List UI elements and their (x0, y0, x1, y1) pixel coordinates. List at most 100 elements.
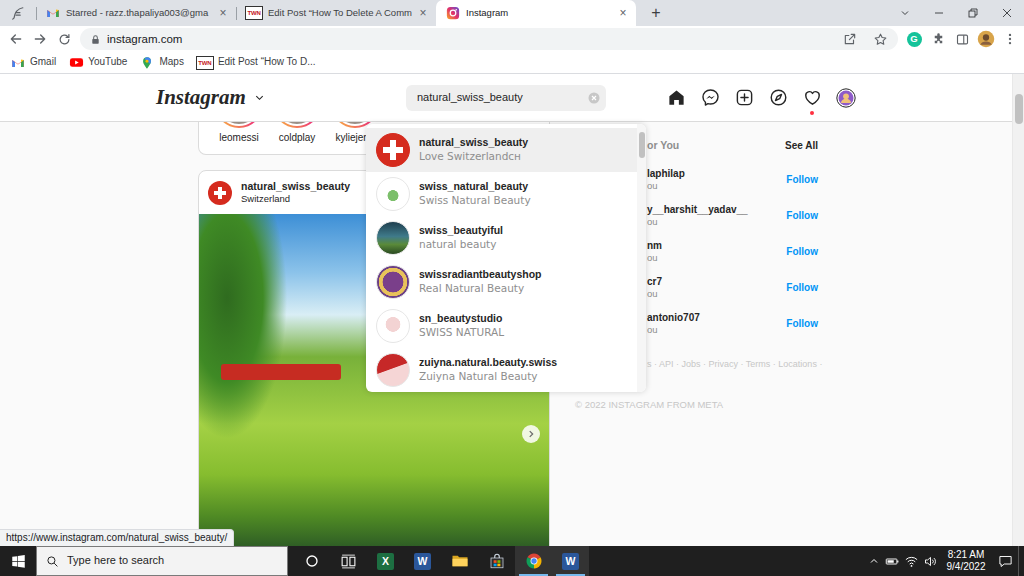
result-text[interactable]: swissradiantbeautyshopReal Natural Beaut… (419, 268, 542, 295)
result-username[interactable]: swiss_beautyiful (419, 224, 503, 238)
word-icon[interactable]: W (562, 553, 579, 570)
post-username[interactable]: natural_swiss_beauty (241, 180, 350, 193)
suggestion-username[interactable]: antonio707 (647, 312, 700, 325)
story-avatar[interactable] (215, 122, 263, 128)
restore-icon[interactable] (956, 0, 990, 26)
explore-compass-icon[interactable] (768, 88, 788, 108)
result-fullname[interactable]: natural beauty (419, 238, 503, 252)
taskbar-app[interactable]: X (367, 546, 404, 576)
bookmark[interactable]: YouTube (62, 55, 133, 71)
reload-icon[interactable] (52, 27, 76, 51)
bookmark-label[interactable]: YouTube (88, 56, 127, 69)
profile-avatar-icon[interactable] (836, 88, 856, 108)
extensions-puzzle-icon[interactable] (926, 27, 950, 51)
volume-icon[interactable] (921, 546, 940, 576)
search-result[interactable]: sn_beautystudioSWISS NATURAL (366, 304, 637, 348)
result-text[interactable]: swiss_natural_beautySwiss Natural Beauty (419, 180, 531, 207)
search-result[interactable]: swiss_natural_beautySwiss Natural Beauty (366, 172, 637, 216)
result-fullname[interactable]: Love Switzerlandᴄʜ (419, 150, 528, 164)
new-post-plus-icon[interactable] (734, 88, 754, 108)
back-arrow-icon[interactable] (4, 27, 28, 51)
taskbar-app[interactable] (293, 546, 330, 576)
excel-icon[interactable]: X (377, 553, 394, 570)
result-avatar[interactable] (376, 265, 410, 299)
menu-kebab-icon[interactable] (998, 27, 1022, 51)
taskbar-app[interactable] (330, 546, 367, 576)
tab-title[interactable]: Edit Post “How To Delete A Comm (268, 7, 411, 19)
suggestion-username[interactable]: cr7 (647, 276, 662, 289)
home-icon[interactable] (666, 88, 686, 108)
close-tab-button[interactable]: × (416, 6, 430, 20)
bookmark-label[interactable]: Edit Post “How To D... (218, 56, 316, 69)
result-avatar[interactable] (376, 353, 410, 387)
show-desktop-button[interactable] (1018, 546, 1024, 576)
result-text[interactable]: swiss_beautyifulnatural beauty (419, 224, 503, 251)
follow-button[interactable]: Follow (786, 246, 818, 259)
close-window-icon[interactable] (990, 0, 1024, 26)
search-result[interactable]: zuiyna.natural.beauty.swissZuiyna Natura… (366, 348, 637, 392)
page-scrollbar[interactable] (1012, 74, 1024, 546)
result-fullname[interactable]: Swiss Natural Beauty (419, 194, 531, 208)
bookmark-label[interactable]: Maps (159, 56, 183, 69)
result-avatar[interactable] (376, 133, 410, 167)
action-center-icon[interactable] (992, 546, 1018, 576)
explorer-icon[interactable] (451, 552, 469, 570)
search-result[interactable]: swiss_beautyifulnatural beauty (366, 216, 637, 260)
search-result[interactable]: swissradiantbeautyshopReal Natural Beaut… (366, 260, 637, 304)
follow-button[interactable]: Follow (786, 318, 818, 331)
clock-date[interactable]: 9/4/2022 (940, 561, 992, 573)
story-photo[interactable] (275, 122, 319, 126)
story[interactable]: coldplay (269, 122, 325, 154)
taskbar-search-placeholder[interactable]: Type here to search (67, 554, 164, 568)
taskbar-app[interactable] (515, 546, 552, 576)
result-avatar[interactable] (376, 221, 410, 255)
result-text[interactable]: sn_beautystudioSWISS NATURAL (419, 312, 504, 339)
windows-start-icon[interactable] (0, 546, 36, 576)
chevron-down-icon[interactable] (254, 92, 265, 103)
result-username[interactable]: swiss_natural_beauty (419, 180, 531, 194)
activity-heart-icon[interactable] (802, 88, 822, 108)
post-location[interactable]: Switzerland (241, 193, 350, 205)
instagram-logo[interactable]: Instagram (156, 86, 406, 109)
page-scroll-thumb[interactable] (1015, 94, 1023, 124)
dropdown-scroll-thumb[interactable] (639, 132, 645, 158)
close-tab-button[interactable]: × (616, 6, 630, 20)
see-all-link[interactable]: See All (785, 140, 818, 153)
bookmark[interactable]: TWNEdit Post “How To D... (190, 56, 322, 70)
result-text[interactable]: natural_swiss_beautyLove Switzerlandᴄʜ (419, 136, 528, 163)
side-panel-icon[interactable] (950, 27, 974, 51)
result-avatar[interactable] (376, 309, 410, 343)
taskbar-app[interactable] (478, 546, 515, 576)
browser-tab[interactable]: TWNEdit Post “How To Delete A Comm× (236, 0, 436, 26)
result-avatar[interactable] (376, 177, 410, 211)
result-fullname[interactable]: Real Natural Beauty (419, 282, 542, 296)
result-username[interactable]: natural_swiss_beauty (419, 136, 528, 150)
suggestion-username[interactable]: y__harshit__yadav__ (647, 204, 748, 217)
browser-tab[interactable]: Starred - razz.thapaliya003@gma× (36, 0, 236, 26)
grammarly-icon[interactable]: G (907, 32, 922, 47)
result-username[interactable]: swissradiantbeautyshop (419, 268, 542, 282)
word-icon[interactable]: W (414, 553, 431, 570)
bookmark[interactable]: Maps (133, 55, 189, 71)
suggestion-username[interactable]: nm (647, 240, 662, 253)
bookmark[interactable]: Gmail (4, 55, 62, 71)
tab-title[interactable]: Starred - razz.thapaliya003@gma (66, 7, 211, 19)
share-icon[interactable] (838, 27, 862, 51)
story-photo[interactable] (217, 122, 261, 126)
swiss-flag-avatar-icon[interactable] (208, 181, 232, 205)
logo-text[interactable]: Instagram (156, 86, 246, 109)
bookmark-label[interactable]: Gmail (30, 56, 56, 69)
browser-tab[interactable] (0, 0, 36, 26)
dropdown-scrollbar[interactable] (637, 124, 646, 392)
address-bar[interactable]: instagram.com (80, 28, 898, 50)
minimize-icon[interactable] (922, 0, 956, 26)
search-input[interactable] (417, 91, 588, 105)
taskbar-app[interactable]: W (552, 546, 589, 576)
battery-icon[interactable] (883, 546, 902, 576)
grammarly-extension[interactable]: G (902, 27, 926, 51)
profile-avatar-icon[interactable] (974, 27, 998, 51)
tray-chevron-up-icon[interactable] (864, 546, 883, 576)
taskbar-clock[interactable]: 8:21 AM 9/4/2022 (940, 549, 992, 573)
messenger-icon[interactable] (700, 88, 720, 108)
result-text[interactable]: zuiyna.natural.beauty.swissZuiyna Natura… (419, 356, 557, 383)
